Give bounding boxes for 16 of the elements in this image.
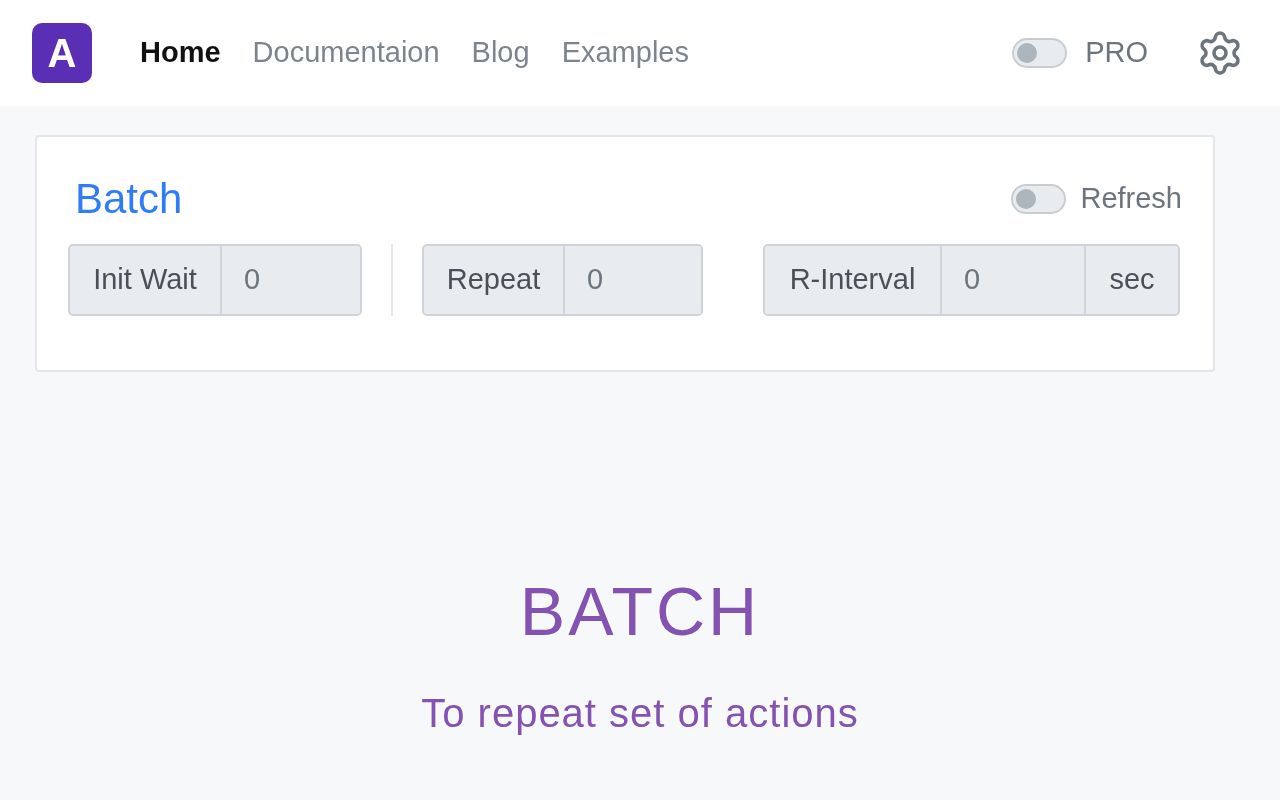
- input-group[interactable]: Repeat 0: [422, 244, 703, 316]
- nav-link[interactable]: Blog: [471, 31, 530, 75]
- refresh-toggle[interactable]: [1011, 183, 1067, 214]
- toggle-label: PRO: [1085, 35, 1148, 71]
- pro-toggle[interactable]: [1012, 38, 1068, 68]
- input-group[interactable]: R-Interval 0 sec: [763, 244, 1180, 316]
- input-group[interactable]: Init Wait 0: [68, 244, 362, 316]
- nav-link[interactable]: Home: [140, 31, 221, 75]
- card-title: Batch: [75, 174, 183, 224]
- logo[interactable]: A: [32, 23, 92, 83]
- hero-title: BATCH: [519, 577, 761, 645]
- nav-link[interactable]: Examples: [561, 31, 689, 75]
- unit-label: sec: [1084, 246, 1178, 314]
- toggle-label: Refresh: [1080, 180, 1182, 216]
- hero-subtitle: To repeat set of actions: [421, 690, 859, 737]
- nav-link[interactable]: Documentaion: [252, 31, 440, 75]
